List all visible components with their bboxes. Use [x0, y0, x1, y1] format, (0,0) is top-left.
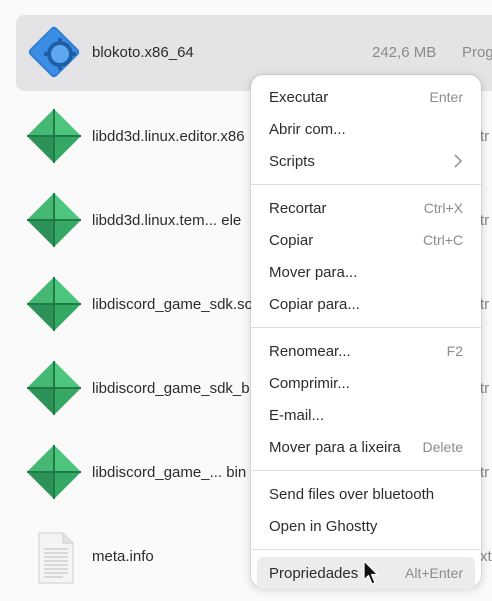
menu-item-label: Propriedades: [269, 564, 359, 582]
menu-item-label: Copiar para...: [269, 295, 360, 313]
menu-item-shortcut: Ctrl+X: [423, 200, 463, 216]
menu-item-recortar[interactable]: Recortar Ctrl+X: [257, 192, 475, 224]
blokoto-app-icon: [28, 26, 80, 78]
menu-item-email[interactable]: E-mail...: [257, 399, 475, 431]
menu-item-label: Scripts: [269, 152, 315, 170]
menu-item-label: Abrir com...: [269, 120, 346, 138]
menu-item-send-bluetooth[interactable]: Send files over bluetooth: [257, 478, 475, 510]
godot-extension-icon: [27, 445, 81, 499]
file-name: blokoto.x86_64: [92, 44, 194, 61]
menu-item-shortcut: Enter: [429, 89, 463, 105]
godot-extension-icon: [27, 361, 81, 415]
menu-item-copiar[interactable]: Copiar Ctrl+C: [257, 224, 475, 256]
menu-item-label: E-mail...: [269, 406, 325, 424]
file-type: tr: [480, 212, 490, 229]
file-type: tr: [480, 128, 490, 145]
file-type: tr: [480, 380, 490, 397]
menu-item-mover-para[interactable]: Mover para...: [257, 256, 475, 288]
menu-separator: [251, 327, 481, 328]
text-file-icon: [38, 532, 74, 584]
menu-separator: [251, 549, 481, 550]
menu-item-label: Open in Ghostty: [269, 517, 378, 535]
menu-item-label: Recortar: [269, 199, 327, 217]
godot-extension-icon: [27, 109, 81, 163]
menu-item-label: Mover para...: [269, 263, 358, 281]
menu-item-label: Comprimir...: [269, 374, 350, 392]
file-type: tr: [480, 296, 490, 313]
menu-item-executar[interactable]: Executar Enter: [257, 81, 475, 113]
menu-item-shortcut: Alt+Enter: [405, 565, 463, 581]
file-type: tr: [480, 464, 490, 481]
menu-item-abrir-com[interactable]: Abrir com...: [257, 113, 475, 145]
file-name: libdiscord_game_sdk.so: [92, 296, 253, 313]
menu-item-mover-lixeira[interactable]: Mover para a lixeira Delete: [257, 431, 475, 463]
menu-item-label: Mover para a lixeira: [269, 438, 401, 456]
menu-item-shortcut: Delete: [422, 439, 463, 455]
file-name: libdd3d.linux.editor.x86: [92, 128, 245, 145]
menu-separator: [251, 184, 481, 185]
file-name: libdd3d.linux.tem... ele: [92, 212, 242, 229]
file-type: xt: [480, 548, 492, 565]
menu-item-shortcut: Ctrl+C: [422, 232, 463, 248]
menu-item-renomear[interactable]: Renomear... F2: [257, 335, 475, 367]
context-menu: Executar Enter Abrir com... Scripts Reco…: [251, 75, 481, 589]
file-name: meta.info: [92, 548, 154, 565]
menu-item-comprimir[interactable]: Comprimir...: [257, 367, 475, 399]
menu-separator: [251, 470, 481, 471]
menu-item-copiar-para[interactable]: Copiar para...: [257, 288, 475, 320]
menu-item-label: Renomear...: [269, 342, 351, 360]
file-name: libdiscord_game_sdk_b: [92, 380, 250, 397]
godot-extension-icon: [27, 277, 81, 331]
godot-extension-icon: [27, 193, 81, 247]
menu-item-open-ghostty[interactable]: Open in Ghostty: [257, 510, 475, 542]
file-name: libdiscord_game_... bin: [92, 464, 247, 481]
menu-item-label: Send files over bluetooth: [269, 485, 435, 503]
chevron-right-icon: [454, 154, 463, 168]
menu-item-shortcut: F2: [446, 343, 463, 359]
menu-item-label: Copiar: [269, 231, 314, 249]
menu-item-scripts[interactable]: Scripts: [257, 145, 475, 177]
mouse-cursor-icon: [363, 560, 379, 585]
menu-item-label: Executar: [269, 88, 329, 106]
